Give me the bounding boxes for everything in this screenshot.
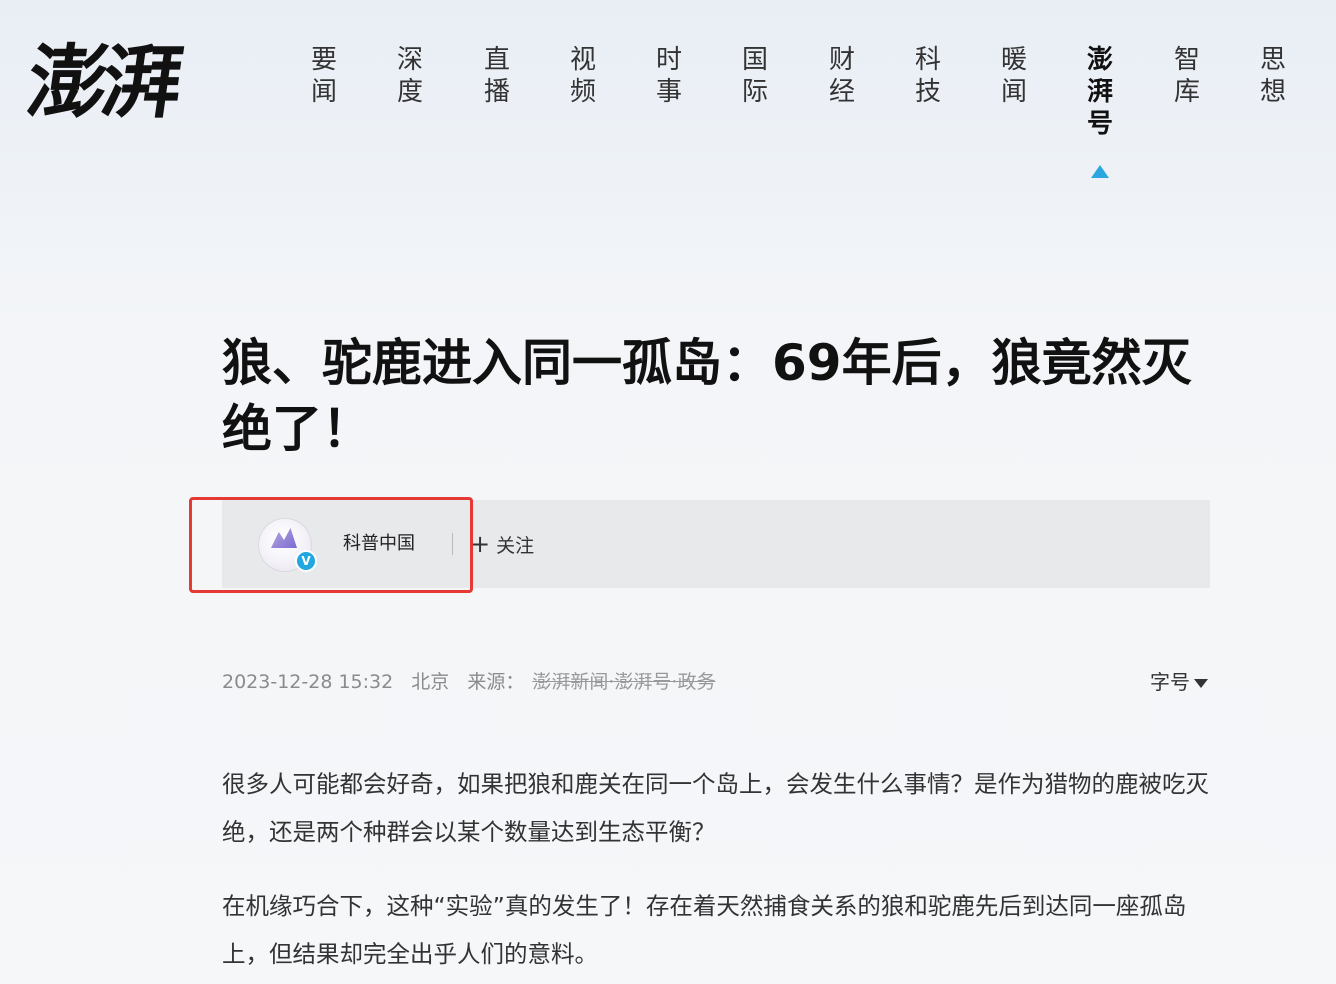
font-size-dropdown[interactable]: 字号 [1150,669,1208,695]
source-name: 澎湃新闻·澎湃号·政务 [532,671,716,693]
nav-item-zhiku[interactable]: 智库 [1167,44,1207,108]
nav-item-label: 深度 [396,45,423,107]
active-nav-indicator-icon [1091,165,1109,178]
nav-item-label: 财经 [828,45,855,107]
article-paragraph: 很多人可能都会好奇，如果把狼和鹿关在同一个岛上，会发生什么事情？是作为猎物的鹿被… [222,770,1209,846]
nav-item-label: 澎湃号 [1086,45,1113,139]
chevron-down-icon [1194,679,1208,688]
font-size-label: 字号 [1150,670,1190,694]
nav-item-shendu[interactable]: 深度 [390,44,430,108]
nav-item-caijing[interactable]: 财经 [822,44,862,108]
article-meta: 2023-12-28 15:32 北京 来源： 澎湃新闻·澎湃号·政务 [222,669,727,695]
nav-item-shishi[interactable]: 时事 [649,44,689,108]
nav-item-label: 科技 [914,45,941,107]
nav-item-zhibo[interactable]: 直播 [477,44,517,108]
source-label: 来源： [467,671,525,693]
publish-datetime: 2023-12-28 15:32 [222,671,394,693]
nav-item-label: 暖闻 [1000,45,1027,107]
nav-item-keji[interactable]: 科技 [908,44,948,108]
nav-item-label: 国际 [741,45,768,107]
follow-button[interactable]: + 关注 [470,531,534,557]
publish-location: 北京 [411,671,450,693]
nav-item-yaowen[interactable]: 要闻 [304,44,344,108]
follow-button-label: 关注 [496,535,535,557]
nav-item-label: 思想 [1259,45,1286,107]
nav-item-guoji[interactable]: 国际 [735,44,775,108]
article-title: 狼、驼鹿进入同一孤岛：69年后，狼竟然灭绝了！ [222,334,1192,458]
nav-item-label: 直播 [483,45,510,107]
nav-item-label: 智库 [1173,45,1200,107]
nav-item-label: 时事 [655,45,682,107]
nav-item-label: 要闻 [310,45,337,107]
main-nav: 要闻 深度 直播 视频 时事 国际 财经 科技 暖闻 澎湃号 智库 思想 [0,44,1336,184]
nav-item-pengpaihao[interactable]: 澎湃号 [1080,44,1120,140]
article-paragraph: 在机缘巧合下，这种“实验”真的发生了！存在着天然捕食关系的狼和驼鹿先后到达同一座… [222,892,1187,968]
author-highlight-box [189,497,473,593]
nav-item-shipin[interactable]: 视频 [563,44,603,108]
plus-icon: + [470,530,491,558]
nav-item-sixiang[interactable]: 思想 [1253,44,1293,108]
nav-item-label: 视频 [569,45,596,107]
nav-item-nuanwen[interactable]: 暖闻 [994,44,1034,108]
